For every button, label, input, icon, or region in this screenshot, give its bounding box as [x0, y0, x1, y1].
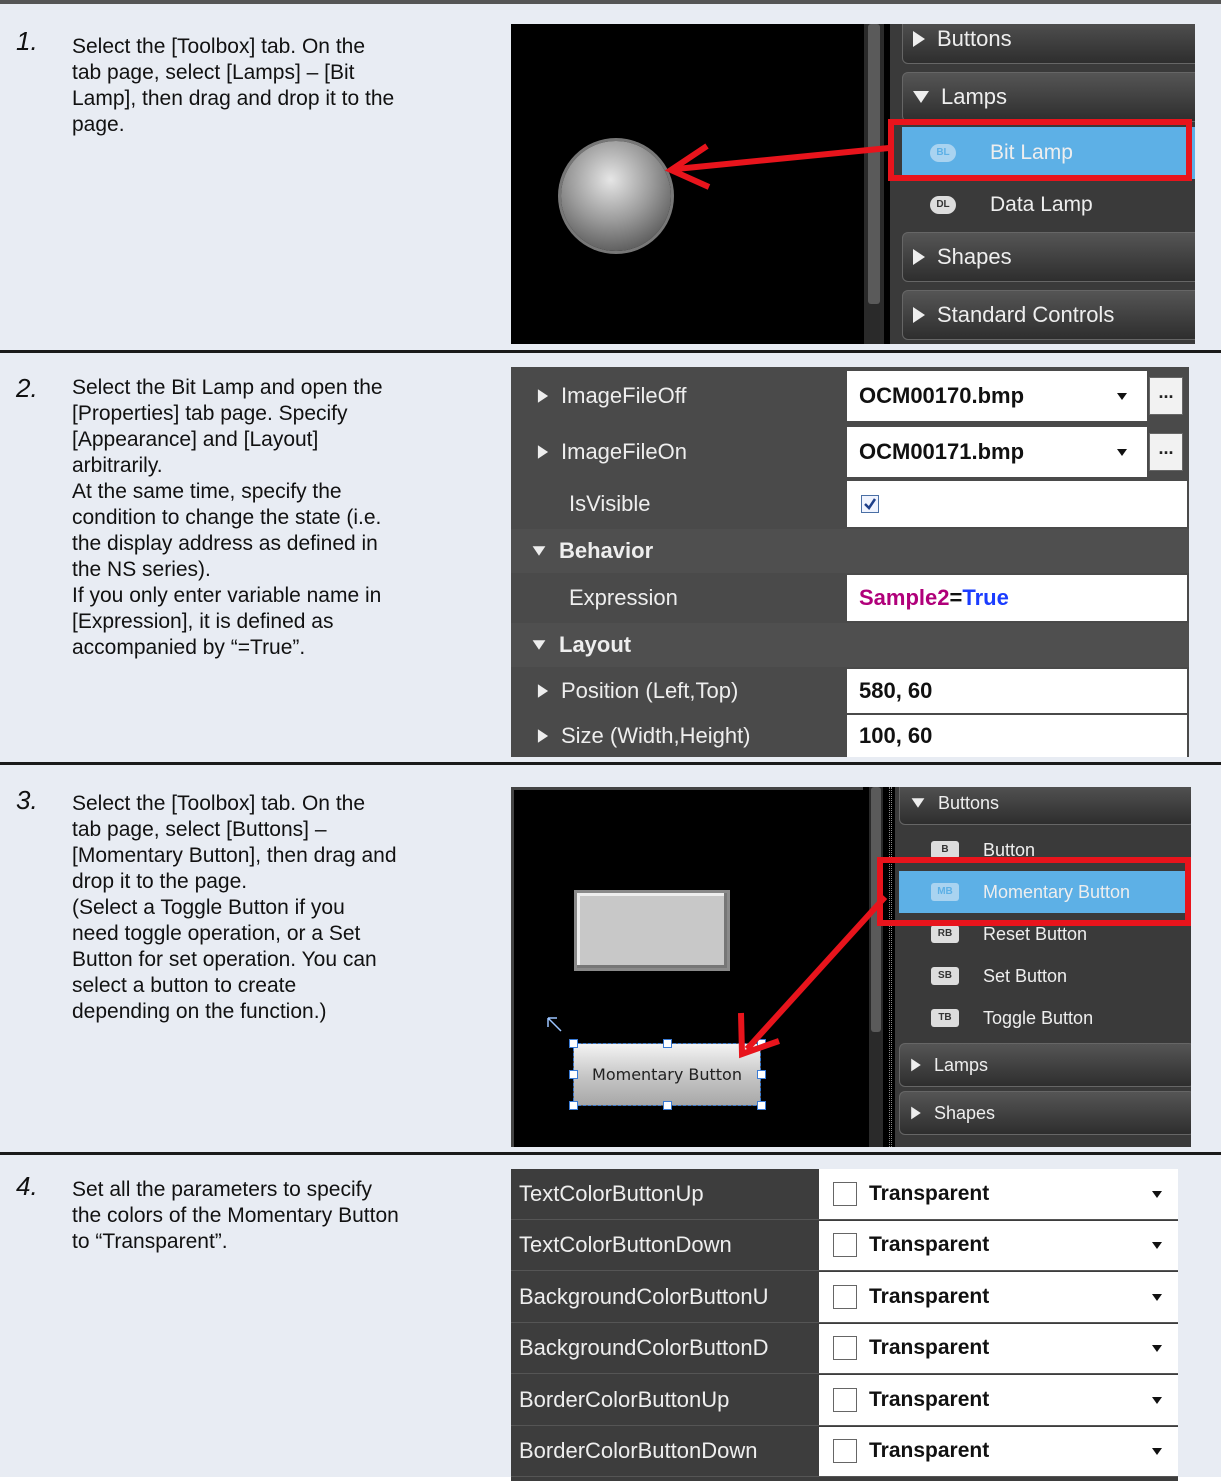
prop-value[interactable]: OCM00170.bmp — [847, 371, 1147, 421]
prop-value — [847, 481, 1187, 527]
prop-name: ImageFileOn — [561, 439, 687, 464]
browse-button[interactable]: ... — [1149, 377, 1183, 415]
prop-category[interactable]: Behavior — [511, 529, 1189, 573]
prop-row: Size (Width,Height) 100, 60 — [511, 715, 1189, 757]
prop-row: Position (Left,Top) 580, 60 — [511, 667, 1189, 715]
prop-value[interactable]: 100, 60 — [847, 715, 1187, 757]
color-prop-row: BorderColorButtonDown Transparent — [511, 1426, 1178, 1477]
step-description: Select the Bit Lamp and open the [Proper… — [72, 376, 383, 659]
prop-name: ImageFileOff — [561, 383, 687, 408]
toolbox-screenshot-lamps: Buttons Lamps BL Bit Lamp DL Data Lamp S… — [511, 24, 1195, 344]
color-dropdown[interactable]: Transparent — [819, 1220, 1178, 1270]
color-dropdown[interactable]: Transparent — [819, 1272, 1178, 1322]
prop-name: IsVisible — [569, 491, 651, 516]
step-4: 4. Set all the parameters to specify the… — [0, 1155, 1221, 1481]
step-number: 1. — [16, 26, 38, 56]
value-text: 580, 60 — [859, 678, 933, 703]
expand-icon — [537, 729, 549, 743]
step-1: 1. Select the [Toolbox] tab. On the tab … — [0, 4, 1221, 350]
category-name: Layout — [559, 632, 632, 657]
collapse-icon — [532, 546, 546, 556]
color-properties-screenshot: TextColorButtonUp Transparent TextColorBut… — [511, 1169, 1178, 1481]
drag-arrow-icon — [664, 143, 890, 190]
color-swatch — [833, 1233, 857, 1258]
color-swatch — [833, 1439, 857, 1464]
chevron-down-icon — [1152, 1345, 1162, 1353]
color-value: Transparent — [869, 1233, 990, 1257]
prop-name: BackgroundColorButtonD — [519, 1335, 769, 1361]
color-value: Transparent — [869, 1181, 990, 1205]
expand-icon — [537, 445, 549, 459]
prop-category[interactable]: Layout — [511, 623, 1189, 667]
color-value: Transparent — [869, 1387, 990, 1411]
drag-arrow-icon — [738, 894, 888, 1059]
color-swatch — [833, 1181, 857, 1206]
step-2: 2. Select the Bit Lamp and open the [Pro… — [0, 353, 1221, 762]
chevron-down-icon — [1117, 449, 1127, 456]
properties-screenshot: ImageFileOff OCM00170.bmp ... ImageFileO… — [511, 367, 1189, 757]
chevron-down-icon — [1117, 393, 1127, 400]
check-icon — [864, 498, 877, 510]
expand-icon — [537, 684, 549, 698]
color-prop-row: BackgroundColorButtonD Transparent — [511, 1323, 1178, 1374]
chevron-down-icon — [1152, 1293, 1162, 1301]
step-number: 4. — [16, 1171, 38, 1201]
prop-row: IsVisible — [511, 479, 1189, 529]
color-dropdown[interactable]: Transparent — [819, 1169, 1178, 1219]
toolbox-screenshot-buttons: Momentary Button Buttons B Button MB Momen… — [511, 787, 1191, 1147]
color-prop-row: BackgroundColorButtonU Transparent — [511, 1272, 1178, 1323]
prop-name: TextColorButtonUp — [519, 1180, 704, 1206]
checkbox[interactable] — [861, 495, 879, 513]
prop-value[interactable]: 580, 60 — [847, 669, 1187, 713]
value-text: 100, 60 — [859, 723, 933, 748]
value-text: OCM00170.bmp — [859, 383, 1025, 408]
chevron-down-icon — [1152, 1190, 1162, 1198]
color-prop-row: TextColorButtonDown Transparent — [511, 1220, 1178, 1271]
prop-value[interactable]: OCM00171.bmp — [847, 427, 1147, 477]
step-description: Select the [Toolbox] tab. On the tab pag… — [72, 35, 395, 136]
prop-name: BorderColorButtonDown — [519, 1438, 758, 1464]
prop-name: BackgroundColorButtonU — [519, 1283, 769, 1309]
step-3: 3. Select the [Toolbox] tab. On the tab … — [0, 765, 1221, 1152]
step-number: 2. — [16, 373, 38, 403]
prop-name: BorderColorButtonUp — [519, 1386, 730, 1412]
chevron-down-icon — [1152, 1396, 1162, 1404]
step-number: 3. — [16, 785, 38, 815]
color-swatch — [833, 1284, 857, 1309]
prop-name: TextColorButtonDown — [519, 1232, 732, 1258]
color-swatch — [833, 1387, 857, 1412]
browse-button[interactable]: ... — [1149, 433, 1183, 471]
color-swatch — [833, 1336, 857, 1361]
expression-variable: Sample2 — [859, 585, 950, 610]
category-name: Behavior — [559, 538, 654, 563]
color-dropdown[interactable]: Transparent — [819, 1426, 1178, 1476]
prop-row: ImageFileOn OCM00171.bmp ... — [511, 425, 1189, 479]
chevron-down-icon — [1152, 1448, 1162, 1456]
expression-operator: = — [949, 585, 963, 610]
color-value: Transparent — [869, 1336, 990, 1360]
step-description: Select the [Toolbox] tab. On the tab pag… — [72, 792, 397, 1023]
color-dropdown[interactable]: Transparent — [819, 1375, 1178, 1425]
prop-name: Size (Width,Height) — [561, 723, 751, 748]
prop-row: ImageFileOff OCM00170.bmp ... — [511, 367, 1189, 425]
expression-keyword: True — [962, 585, 1009, 610]
chevron-down-icon — [1152, 1242, 1162, 1250]
color-dropdown[interactable]: Transparent — [819, 1323, 1178, 1373]
prop-name: Expression — [569, 585, 678, 610]
expand-icon — [537, 389, 549, 403]
color-value: Transparent — [869, 1439, 990, 1463]
prop-row: Expression Sample2 = True — [511, 573, 1189, 623]
prop-name: Position (Left,Top) — [561, 678, 739, 703]
color-prop-row: BorderColorButtonUp Transparent — [511, 1375, 1178, 1426]
color-prop-row: TextColorButtonUp Transparent — [511, 1169, 1178, 1220]
value-text: OCM00171.bmp — [859, 439, 1025, 464]
collapse-icon — [532, 640, 546, 650]
color-value: Transparent — [869, 1284, 990, 1308]
step-description: Set all the parameters to specify the co… — [72, 1178, 399, 1253]
expression-value[interactable]: Sample2 = True — [847, 575, 1187, 621]
